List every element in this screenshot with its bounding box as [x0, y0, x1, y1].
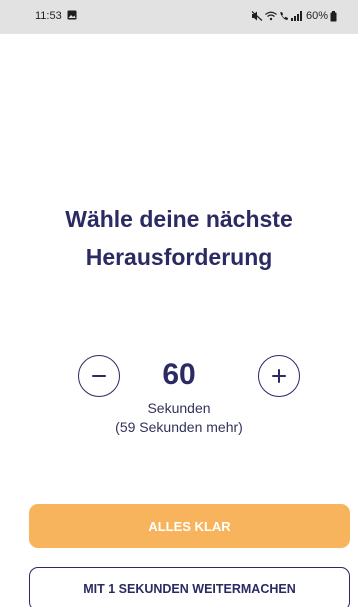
wifi-icon — [265, 11, 277, 21]
title-line-1: Wähle deine nächste — [65, 206, 293, 232]
battery-icon — [330, 10, 337, 21]
duration-difference: (59 Sekunden mehr) — [115, 419, 243, 435]
gallery-icon — [67, 10, 77, 20]
decrease-button[interactable] — [78, 355, 120, 397]
minus-icon — [92, 375, 106, 377]
status-bar: 11:53 60% — [0, 0, 358, 34]
plus-icon — [272, 369, 286, 383]
signal-icon — [290, 11, 302, 21]
call-icon — [279, 12, 288, 20]
screen: 11:53 60% Wähle deine nächste Herausford… — [0, 0, 358, 607]
mute-icon — [251, 11, 263, 21]
page-title: Wähle deine nächste Herausforderung — [0, 200, 358, 276]
confirm-button[interactable]: ALLES KLAR — [29, 504, 350, 548]
duration-unit: Sekunden — [147, 400, 211, 416]
duration-value: 60 — [162, 358, 196, 391]
title-line-2: Herausforderung — [85, 244, 273, 270]
status-time: 11:53 — [35, 10, 62, 22]
increase-button[interactable] — [258, 355, 300, 397]
continue-button[interactable]: MIT 1 SEKUNDEN WEITERMACHEN — [29, 567, 350, 607]
status-icons: 60% — [251, 10, 337, 22]
battery-percentage: 60% — [305, 10, 328, 22]
